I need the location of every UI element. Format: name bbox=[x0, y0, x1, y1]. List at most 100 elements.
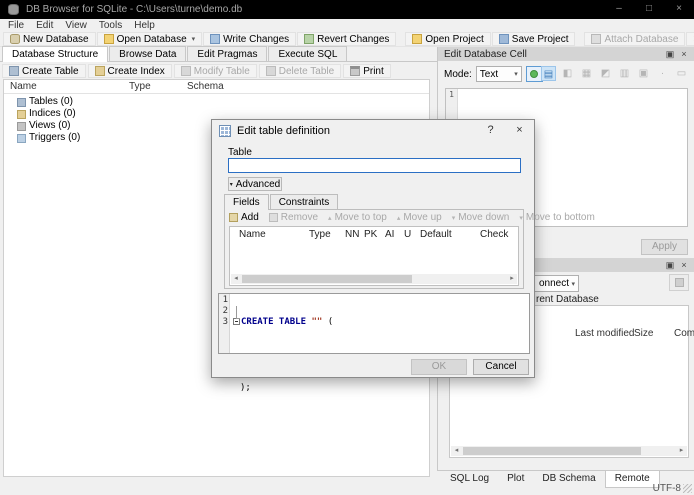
scroll-right-icon[interactable]: ▸ bbox=[676, 446, 687, 456]
menu-view[interactable]: View bbox=[59, 19, 93, 32]
write-changes-button[interactable]: Write Changes bbox=[203, 32, 297, 46]
print-cell-icon[interactable]: ▭ bbox=[674, 66, 689, 81]
main-tab-bar: Database Structure Browse Data Edit Prag… bbox=[0, 46, 437, 62]
sql-string: "" bbox=[311, 317, 323, 327]
remote-hscrollbar[interactable]: ◂ ▸ bbox=[451, 446, 687, 456]
col-check[interactable]: Check bbox=[480, 229, 508, 240]
tab-plot[interactable]: Plot bbox=[498, 471, 533, 488]
tree-column-schema[interactable]: Schema bbox=[187, 81, 224, 92]
revert-changes-button[interactable]: Revert Changes bbox=[297, 32, 397, 46]
write-changes-label: Write Changes bbox=[223, 33, 290, 45]
column-last-modified[interactable]: Last modified bbox=[575, 328, 634, 339]
save-project-button[interactable]: Save Project bbox=[491, 32, 576, 46]
close-button[interactable]: × bbox=[664, 0, 694, 19]
maximize-button[interactable]: □ bbox=[634, 0, 664, 19]
fields-grid: Name Type NN PK AI U Default Check ◂ ▸ bbox=[229, 226, 519, 286]
dialog-close-button[interactable]: × bbox=[505, 120, 534, 141]
remove-field-button: Remove bbox=[268, 212, 319, 223]
create-index-icon bbox=[94, 66, 105, 76]
main-toolbar: New Database Open Database ▾ Write Chang… bbox=[0, 32, 694, 47]
col-ai[interactable]: AI bbox=[385, 229, 394, 240]
close-panel-icon[interactable]: × bbox=[677, 258, 691, 272]
new-database-button[interactable]: New Database bbox=[3, 32, 96, 46]
tree-column-type[interactable]: Type bbox=[129, 81, 151, 92]
tab-browse-data[interactable]: Browse Data bbox=[109, 46, 187, 61]
sql-code: CREATE TABLE "" ( ); bbox=[230, 294, 529, 393]
create-index-button[interactable]: Create Index bbox=[87, 64, 172, 78]
tab-edit-pragmas[interactable]: Edit Pragmas bbox=[187, 46, 268, 61]
col-pk[interactable]: PK bbox=[364, 229, 377, 240]
tab-execute-sql[interactable]: Execute SQL bbox=[268, 46, 348, 61]
menu-help[interactable]: Help bbox=[128, 19, 161, 32]
add-field-button[interactable]: Add bbox=[229, 212, 259, 223]
create-table-icon bbox=[9, 66, 19, 76]
data-type-icon: ◩ bbox=[600, 68, 611, 79]
more-icon: · bbox=[660, 68, 665, 79]
tab-db-schema[interactable]: DB Schema bbox=[533, 471, 604, 488]
move-top-icon: ▴ bbox=[328, 214, 332, 222]
close-panel-icon[interactable]: × bbox=[677, 47, 691, 61]
col-name[interactable]: Name bbox=[239, 229, 266, 240]
tab-fields[interactable]: Fields bbox=[224, 194, 269, 210]
col-nn[interactable]: NN bbox=[345, 229, 359, 240]
print-button[interactable]: Print bbox=[343, 64, 391, 78]
col-default[interactable]: Default bbox=[420, 229, 452, 240]
close-database-button[interactable]: × Close Database bbox=[686, 32, 694, 46]
save-project-label: Save Project bbox=[511, 33, 569, 45]
tree-column-name[interactable]: Name bbox=[10, 81, 37, 92]
tab-sql-log[interactable]: SQL Log bbox=[441, 471, 498, 488]
col-type[interactable]: Type bbox=[309, 229, 331, 240]
scroll-right-icon[interactable]: ▸ bbox=[507, 274, 517, 284]
remove-label: Remove bbox=[280, 212, 319, 223]
menu-bar: File Edit View Tools Help bbox=[0, 19, 694, 32]
open-database-button[interactable]: Open Database ▾ bbox=[96, 32, 203, 46]
open-project-button[interactable]: Open Project bbox=[405, 32, 491, 46]
col-u[interactable]: U bbox=[404, 229, 411, 240]
sql-line-1: CREATE TABLE "" ( bbox=[233, 317, 529, 328]
scroll-left-icon[interactable]: ◂ bbox=[231, 274, 241, 284]
resize-grip-icon[interactable] bbox=[683, 484, 692, 493]
mode-select[interactable]: Text ▾ bbox=[475, 66, 522, 82]
sql-keyword: CREATE TABLE bbox=[241, 317, 307, 327]
column-commit[interactable]: Comm bbox=[674, 328, 694, 339]
dialog-titlebar: Edit table definition ? × bbox=[212, 120, 534, 141]
menu-file[interactable]: File bbox=[2, 19, 30, 32]
minimize-button[interactable]: – bbox=[604, 0, 634, 19]
column-size[interactable]: Size bbox=[634, 328, 653, 339]
move-bottom-icon: ▾ bbox=[519, 214, 523, 222]
tree-item-tables[interactable]: Tables (0) bbox=[4, 96, 429, 108]
mode-value: Text bbox=[479, 68, 499, 80]
create-table-button[interactable]: Create Table bbox=[2, 64, 86, 78]
chevron-down-icon[interactable]: ▾ bbox=[192, 35, 196, 43]
scrollbar-thumb[interactable] bbox=[242, 275, 412, 283]
remote-refresh-button bbox=[669, 274, 689, 291]
chevron-down-icon: ▾ bbox=[514, 71, 518, 78]
word-wrap-icon[interactable]: ▤ bbox=[541, 66, 556, 81]
scroll-left-icon[interactable]: ◂ bbox=[451, 446, 462, 456]
scrollbar-thumb[interactable] bbox=[463, 447, 641, 455]
tab-database-structure[interactable]: Database Structure bbox=[2, 46, 109, 62]
auto-detect-icon bbox=[530, 70, 539, 78]
delete-table-icon bbox=[265, 66, 276, 76]
add-icon bbox=[229, 213, 238, 222]
advanced-button[interactable]: ▾ Advanced bbox=[228, 177, 282, 191]
modify-table-button: Modify Table bbox=[173, 64, 257, 78]
menu-edit[interactable]: Edit bbox=[30, 19, 59, 32]
cancel-button[interactable]: Cancel bbox=[473, 359, 529, 375]
menu-tools[interactable]: Tools bbox=[93, 19, 128, 32]
dialog-help-button[interactable]: ? bbox=[476, 120, 505, 141]
window-title: DB Browser for SQLite - C:\Users\turne\d… bbox=[26, 4, 243, 15]
float-panel-icon[interactable]: ▣ bbox=[663, 47, 677, 61]
tab-remote[interactable]: Remote bbox=[604, 471, 660, 488]
tab-constraints[interactable]: Constraints bbox=[269, 194, 339, 209]
open-project-icon bbox=[412, 34, 423, 44]
table-name-input[interactable] bbox=[228, 158, 521, 173]
fields-hscrollbar[interactable]: ◂ ▸ bbox=[231, 274, 517, 284]
advanced-label: Advanced bbox=[235, 178, 281, 190]
fold-marker-icon[interactable] bbox=[233, 318, 240, 325]
current-database-label[interactable]: rent Database bbox=[536, 294, 599, 305]
delete-table-label: Delete Table bbox=[278, 65, 335, 77]
new-database-icon bbox=[10, 34, 20, 44]
create-index-label: Create Index bbox=[107, 65, 165, 77]
float-panel-icon[interactable]: ▣ bbox=[663, 258, 677, 272]
